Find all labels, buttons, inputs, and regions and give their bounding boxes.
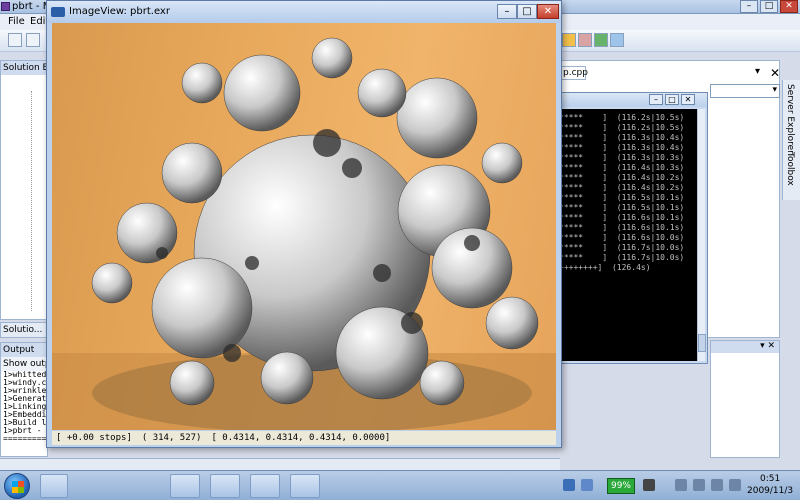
output-line: ========= <box>3 434 47 443</box>
toolbox-tab[interactable]: Toolbox <box>785 152 795 186</box>
member-dropdown[interactable]: ▾ <box>710 84 780 98</box>
maximize-button[interactable]: □ <box>517 4 537 19</box>
imageview-window: ImageView: pbrt.exr – □ ✕ [+0.00 stops]… <box>46 0 562 448</box>
console-line: ***** ] (116.3s|10.4s) <box>559 133 685 142</box>
imageview-titlebar: ImageView: pbrt.exr – □ ✕ <box>47 1 561 23</box>
console-output: ***** ] (116.2s|10.5s) ***** ] (116.2s|1… <box>559 109 697 361</box>
console-line: ***** ] (116.4s|10.3s) <box>559 163 685 172</box>
output-show-label: Show outp <box>1 357 48 371</box>
console-line: ***** ] (116.2s|10.5s) <box>559 123 685 132</box>
console-scrollbar[interactable] <box>697 109 706 361</box>
scrollbar-thumb[interactable] <box>698 334 706 352</box>
volume-icon[interactable] <box>729 479 741 491</box>
windows-logo-icon <box>12 481 24 493</box>
vs-app-icon <box>1 2 10 11</box>
tray-icon[interactable] <box>711 479 723 491</box>
document-tab[interactable]: p.cpp <box>560 66 588 80</box>
tray-icon[interactable] <box>693 479 705 491</box>
close-button[interactable]: ✕ <box>537 4 559 19</box>
solution-explorer-tab[interactable]: Solutio... <box>0 322 48 338</box>
console-line: ++++++++] (126.4s) <box>559 263 651 272</box>
bottom-right-panel: ▾ ✕ <box>710 340 780 458</box>
network-icon[interactable] <box>563 479 575 491</box>
console-line: ***** ] (116.4s|10.2s) <box>559 173 685 182</box>
power-icon[interactable] <box>643 479 655 491</box>
open-file-icon[interactable] <box>26 33 40 47</box>
toolbar-icon[interactable] <box>594 33 608 47</box>
toolbar-icon[interactable] <box>562 33 576 47</box>
imageview-title: ImageView: pbrt.exr <box>69 6 170 17</box>
taskbar-app-button[interactable] <box>40 474 68 498</box>
server-explorer-tab[interactable]: Server Explorer <box>785 84 795 154</box>
console-line: ***** ] (116.5s|10.1s) <box>559 203 685 212</box>
taskbar-app-button[interactable] <box>170 474 200 498</box>
console-line: ***** ] (116.7s|10.0s) <box>559 243 685 252</box>
panel-controls: ▾ ✕ <box>711 341 779 353</box>
console-close-button[interactable]: ✕ <box>681 94 695 105</box>
system-tray: 99% 0:51 2009/11/3 <box>555 474 800 498</box>
solution-explorer: Solution Exp <box>0 60 48 320</box>
tray-icon[interactable] <box>675 479 687 491</box>
console-line: ***** ] (116.4s|10.2s) <box>559 183 685 192</box>
fractal-render-image <box>52 37 556 430</box>
imageview-statusbar: [ +0.00 stops] ( 314, 527) [ 0.4314, 0.431… <box>52 431 556 445</box>
console-line: ***** ] (116.7s|10.0s) <box>559 253 685 262</box>
console-minimize-button[interactable]: – <box>649 94 663 105</box>
console-line: ***** ] (116.3s|10.3s) <box>559 153 685 162</box>
pixel-value: [ 0.4314, 0.4314, 0.4314, 0.0000] <box>211 433 391 443</box>
maximize-button[interactable]: □ <box>760 0 778 13</box>
taskbar-app-button[interactable] <box>250 474 280 498</box>
taskbar: 99% 0:51 2009/11/3 <box>0 470 800 500</box>
console-line: ***** ] (116.3s|10.4s) <box>559 143 685 152</box>
toolbar-icon[interactable] <box>610 33 624 47</box>
console-line: ***** ] (116.5s|10.1s) <box>559 193 685 202</box>
console-line: ***** ] (116.2s|10.5s) <box>559 113 685 122</box>
output-panel: Output Show outp 1>whitted. 1>windy.cp 1… <box>0 342 48 457</box>
start-button[interactable] <box>4 473 30 499</box>
console-window: – □ ✕ ***** ] (116.2s|10.5s) ***** ] (11… <box>556 92 708 364</box>
taskbar-app-button[interactable] <box>290 474 320 498</box>
menu-file[interactable]: File <box>8 16 25 27</box>
tree-lines <box>31 91 41 311</box>
tools-icon[interactable] <box>578 33 592 47</box>
minimize-button[interactable]: – <box>497 4 517 19</box>
console-line: ***** ] (116.6s|10.1s) <box>559 223 685 232</box>
close-icon[interactable]: ✕ <box>770 66 780 80</box>
taskbar-app-button[interactable] <box>210 474 240 498</box>
console-maximize-button[interactable]: □ <box>665 94 679 105</box>
side-tabs: Server Explorer Toolbox <box>782 80 800 200</box>
minimize-button[interactable]: – <box>740 0 758 13</box>
cursor-coords: ( 314, 527) <box>141 433 202 443</box>
output-header: Output <box>1 343 47 357</box>
close-button[interactable]: ✕ <box>780 0 798 13</box>
console-line: ***** ] (116.6s|10.1s) <box>559 213 685 222</box>
clock-date[interactable]: 2009/11/3 <box>747 486 793 496</box>
exposure-stops: [ +0.00 stops] <box>56 433 132 443</box>
bottom-tab-strip <box>0 458 560 470</box>
solution-explorer-header: Solution Exp <box>1 61 47 75</box>
console-line: ***** ] (116.6s|10.0s) <box>559 233 685 242</box>
new-project-icon[interactable] <box>8 33 22 47</box>
help-icon[interactable] <box>581 479 593 491</box>
chevron-down-icon[interactable]: ▾ <box>755 66 760 77</box>
battery-indicator[interactable]: 99% <box>607 478 635 494</box>
clock-time[interactable]: 0:51 <box>760 474 780 484</box>
app-icon <box>51 7 65 17</box>
console-titlebar: – □ ✕ <box>557 93 707 107</box>
render-canvas[interactable] <box>52 23 556 430</box>
vs-window-controls: – □ ✕ <box>740 0 798 14</box>
